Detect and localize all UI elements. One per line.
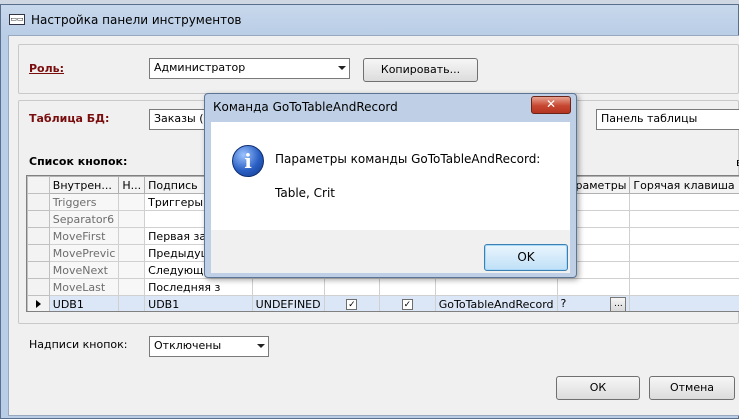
copy-button[interactable]: Копировать...: [363, 58, 478, 82]
ok-button[interactable]: ОК: [556, 376, 640, 400]
cell-n[interactable]: [118, 193, 146, 211]
row-selector[interactable]: [27, 210, 50, 228]
table-db-select-value: Заказы (q: [154, 112, 211, 125]
role-select[interactable]: Администратор: [149, 58, 350, 79]
row-selector[interactable]: [27, 244, 50, 262]
cell-internal[interactable]: MoveFirst: [48, 227, 120, 245]
panel-type-select-value: Панель таблицы: [601, 112, 698, 125]
cell-internal[interactable]: MoveNext: [48, 261, 120, 279]
close-icon: ✕: [545, 97, 557, 111]
cell-params[interactable]: [556, 278, 631, 296]
cell-caption[interactable]: UDB1: [144, 295, 253, 311]
dialog-ok-button[interactable]: OK: [484, 244, 568, 271]
dialog-message-line1: Параметры команды GoToTableAndRecord:: [275, 152, 541, 166]
info-icon: i: [232, 145, 264, 177]
cell-6[interactable]: [379, 278, 436, 296]
window-title: Настройка панели инструментов: [31, 13, 242, 27]
cell-4[interactable]: [251, 278, 325, 296]
dialog-footer: OK: [211, 230, 570, 273]
cell-n[interactable]: [118, 295, 146, 311]
cell-5-checkbox[interactable]: ✓: [323, 295, 381, 311]
cell-command[interactable]: GoToTableAndRecord: [434, 295, 558, 311]
dialog-close-button[interactable]: ✕: [531, 96, 571, 114]
role-select-value: Администратор: [154, 61, 246, 74]
role-label: Роль:: [29, 62, 65, 75]
cell-hotkey[interactable]: [629, 278, 739, 296]
cell-n[interactable]: [118, 278, 146, 296]
app-icon: ▭▭: [9, 14, 25, 25]
command-params-dialog: Команда GoToTableAndRecord ✕ i Параметры…: [204, 93, 577, 278]
table-row-active[interactable]: UDB1 UDB1 UNDEFINED ✓ ✓ GoToTableAndReco…: [27, 295, 739, 311]
table-db-label: Таблица БД:: [29, 112, 110, 125]
cell-params[interactable]: ?...: [556, 295, 631, 311]
buttons-list-label: Список кнопок:: [29, 155, 128, 168]
row-selector[interactable]: [27, 261, 50, 279]
row-selector[interactable]: [27, 278, 50, 296]
row-selector-header: [27, 176, 50, 194]
column-header-internal[interactable]: Внутрен...: [48, 176, 120, 194]
cell-hotkey[interactable]: [629, 227, 739, 245]
captions-label: Надписи кнопок:: [29, 338, 128, 351]
cell-6-checkbox[interactable]: ✓: [379, 295, 436, 311]
captions-select[interactable]: Отключены: [149, 336, 269, 357]
row-selector[interactable]: [27, 227, 50, 245]
cell-5[interactable]: [323, 278, 381, 296]
checkbox-checked[interactable]: ✓: [346, 299, 358, 310]
checkbox-checked[interactable]: ✓: [401, 299, 413, 310]
cell-hotkey[interactable]: [629, 295, 739, 311]
cell-hotkey[interactable]: [629, 193, 739, 211]
current-row-pointer-icon: [35, 299, 41, 308]
cell-n[interactable]: [118, 244, 146, 262]
cell-n[interactable]: [118, 210, 146, 228]
chevron-down-icon: [338, 66, 346, 70]
dialog-title: Команда GoToTableAndRecord: [213, 100, 398, 114]
cell-internal[interactable]: Triggers: [48, 193, 120, 211]
params-ellipsis-button[interactable]: ...: [610, 296, 627, 311]
row-selector[interactable]: [27, 193, 50, 211]
row-selector[interactable]: [27, 295, 50, 311]
cell-hotkey[interactable]: [629, 261, 739, 279]
cancel-button[interactable]: Отмена: [649, 376, 735, 400]
cell-internal[interactable]: MovePrevic: [48, 244, 120, 262]
column-header-hotkey[interactable]: Горячая клавиша: [629, 176, 739, 194]
cell-hotkey[interactable]: [629, 210, 739, 228]
cell-caption[interactable]: Последняя з: [144, 278, 253, 296]
cell-4[interactable]: UNDEFINED: [251, 295, 325, 311]
params-value: ?: [560, 296, 567, 310]
cell-internal[interactable]: MoveLast: [48, 278, 120, 296]
cell-internal[interactable]: Separator6: [48, 210, 120, 228]
column-header-n[interactable]: Н...: [118, 176, 146, 194]
cell-command[interactable]: [434, 278, 558, 296]
dialog-message-line2: Table, Crit: [275, 186, 336, 200]
cell-n[interactable]: [118, 261, 146, 279]
cell-internal[interactable]: UDB1: [48, 295, 120, 311]
cell-n[interactable]: [118, 227, 146, 245]
dialog-body: i Параметры команды GoToTableAndRecord: …: [211, 122, 570, 230]
table-row[interactable]: MoveLast Последняя з: [27, 278, 739, 296]
cell-hotkey[interactable]: [629, 244, 739, 262]
chevron-down-icon: [257, 344, 265, 348]
panel-type-select[interactable]: Панель таблицы: [596, 109, 739, 130]
captions-select-value: Отключены: [154, 339, 222, 352]
title-bar: ▭▭ Настройка панели инструментов: [1, 5, 738, 35]
